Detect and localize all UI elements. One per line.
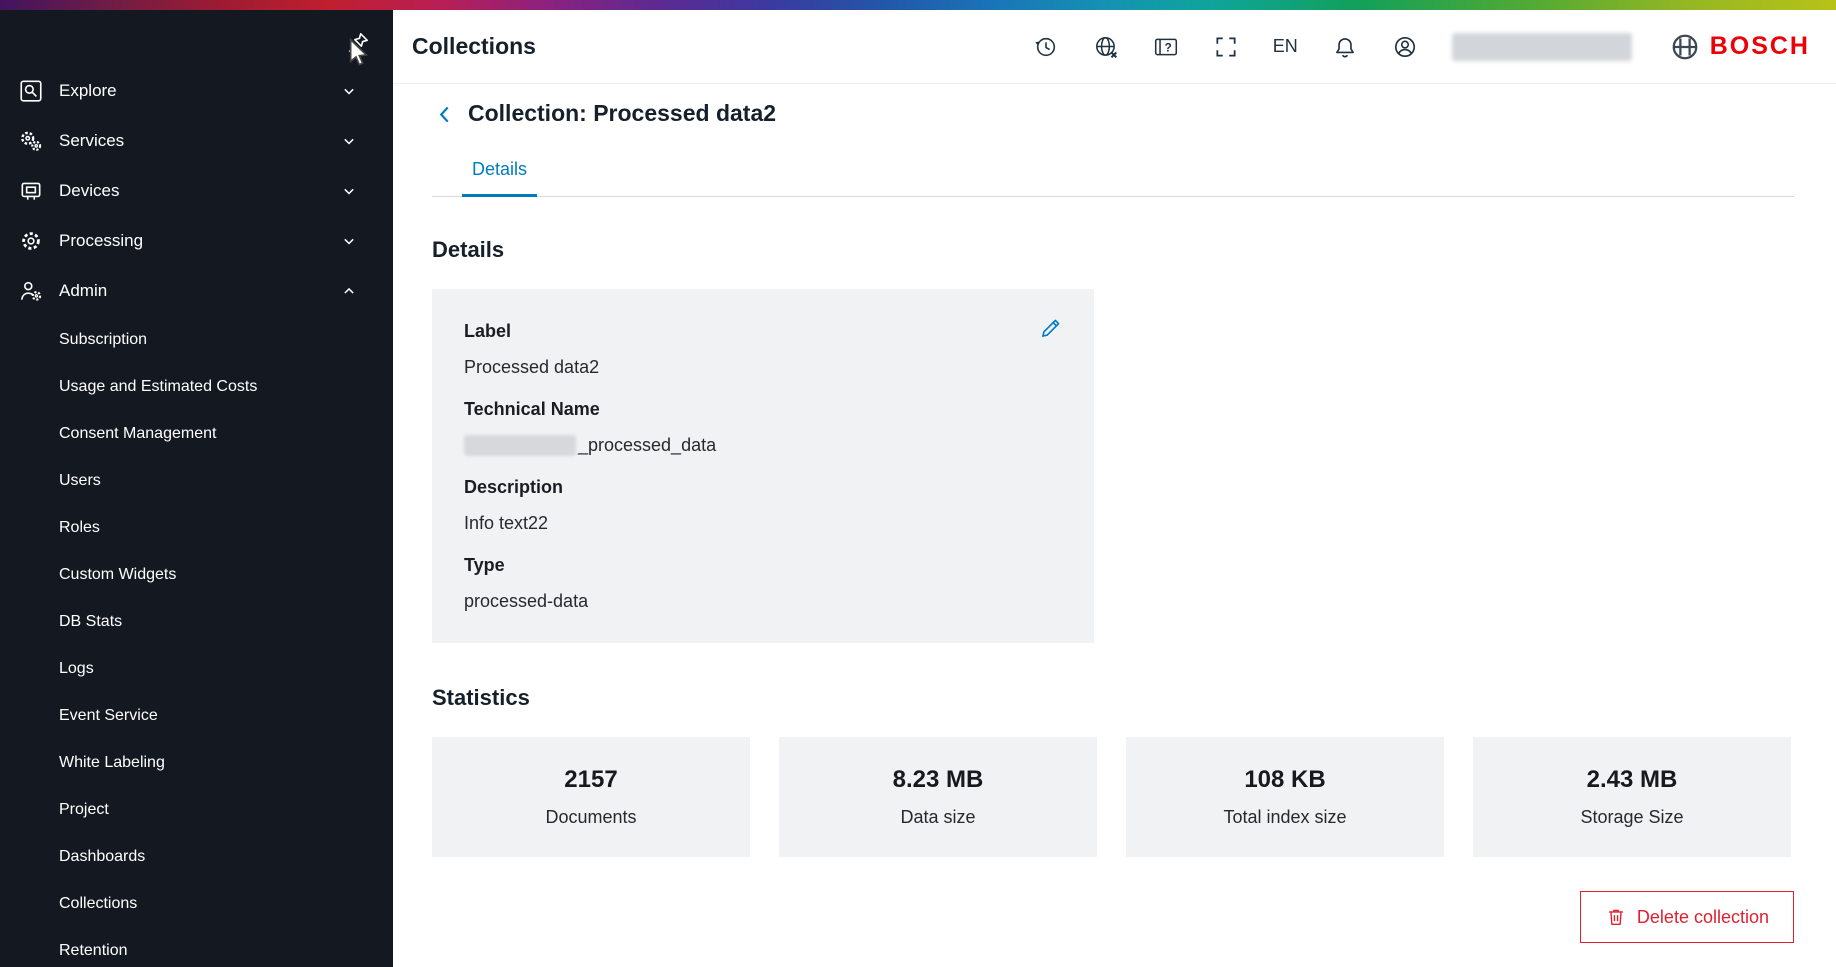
sidebar-top: [0, 10, 393, 66]
sidebar-subitem-subscription[interactable]: Subscription: [0, 316, 393, 363]
field-label: Description: [464, 475, 1062, 499]
delete-collection-button[interactable]: Delete collection: [1580, 891, 1794, 943]
account-icon[interactable]: [1392, 34, 1418, 60]
redacted-technical-name-prefix: [464, 435, 576, 456]
sidebar-subitem-collections[interactable]: Collections: [0, 880, 393, 927]
field-value: processed-data: [464, 589, 1062, 613]
stat-label: Total index size: [1223, 807, 1346, 828]
sidebar-nav: Explore Services: [0, 66, 393, 967]
notifications-bell-icon[interactable]: [1332, 34, 1358, 60]
stat-label: Storage Size: [1580, 807, 1683, 828]
history-icon[interactable]: [1033, 34, 1059, 60]
stat-value: 108 KB: [1244, 766, 1325, 794]
details-heading: Details: [432, 237, 1794, 263]
field-value: Info text22: [464, 511, 1062, 535]
tabs: Details: [432, 159, 1794, 197]
processing-icon: [18, 228, 44, 254]
sidebar-subitem-logs[interactable]: Logs: [0, 645, 393, 692]
field-label: Type: [464, 553, 1062, 577]
stat-value: 2.43 MB: [1587, 766, 1678, 794]
svg-text:?: ?: [1164, 40, 1171, 54]
sidebar-subitem-project[interactable]: Project: [0, 786, 393, 833]
pin-sidebar-icon[interactable]: [345, 30, 371, 56]
sidebar-subitem-consent-management[interactable]: Consent Management: [0, 410, 393, 457]
stat-card-storage-size: 2.43 MB Storage Size: [1473, 737, 1791, 857]
stat-card-total-index-size: 108 KB Total index size: [1126, 737, 1444, 857]
sidebar-item-explore[interactable]: Explore: [0, 66, 393, 116]
field-label: Label: [464, 319, 1062, 343]
field-value: Processed data2: [464, 355, 1062, 379]
chevron-down-icon: [339, 231, 359, 251]
edit-pencil-icon[interactable]: [1038, 315, 1064, 341]
sidebar-subitem-event-service[interactable]: Event Service: [0, 692, 393, 739]
tab-details[interactable]: Details: [462, 159, 537, 197]
redacted-username: [1452, 33, 1632, 61]
stat-value: 8.23 MB: [893, 766, 984, 794]
page-section-title: Collections: [412, 33, 536, 60]
details-card: Label Processed data2 Technical Name _pr…: [432, 289, 1094, 643]
services-icon: [18, 128, 44, 154]
sidebar-subitem-retention[interactable]: Retention: [0, 927, 393, 967]
sidebar-item-label: Explore: [59, 81, 117, 101]
statistics-cards: 2157 Documents 8.23 MB Data size 108 KB …: [432, 737, 1794, 857]
actions-row: Delete collection: [432, 891, 1794, 943]
stat-card-data-size: 8.23 MB Data size: [779, 737, 1097, 857]
sidebar-item-label: Processing: [59, 231, 143, 251]
sidebar-subitem-dashboards[interactable]: Dashboards: [0, 833, 393, 880]
sidebar-subitem-db-stats[interactable]: DB Stats: [0, 598, 393, 645]
sidebar-subitem-custom-widgets[interactable]: Custom Widgets: [0, 551, 393, 598]
trash-icon: [1605, 906, 1627, 928]
field-label: Technical Name: [464, 397, 1062, 421]
bosch-supergraphic: [0, 0, 1836, 10]
sidebar-item-label: Admin: [59, 281, 107, 301]
page-title: Collection: Processed data2: [468, 100, 776, 127]
bosch-symbol-icon: [1670, 32, 1700, 62]
stat-value: 2157: [564, 766, 617, 794]
fullscreen-icon[interactable]: [1213, 34, 1239, 60]
delete-collection-label: Delete collection: [1637, 907, 1769, 928]
sidebar-subitem-white-labeling[interactable]: White Labeling: [0, 739, 393, 786]
field-value: _processed_data: [464, 433, 1062, 457]
sidebar-item-devices[interactable]: Devices: [0, 166, 393, 216]
explore-icon: [18, 78, 44, 104]
globe-icon[interactable]: [1093, 34, 1119, 60]
chevron-down-icon: [339, 131, 359, 151]
statistics-heading: Statistics: [432, 685, 1794, 711]
stat-label: Data size: [900, 807, 975, 828]
back-chevron-icon[interactable]: [432, 101, 458, 127]
chevron-down-icon: [339, 81, 359, 101]
chevron-down-icon: [339, 181, 359, 201]
bosch-wordmark: BOSCH: [1710, 32, 1810, 61]
header: Collections: [393, 10, 1836, 84]
stat-label: Documents: [545, 807, 636, 828]
devices-icon: [18, 178, 44, 204]
app-root: Explore Services: [0, 0, 1836, 967]
main-content: Collection: Processed data2 Details Deta…: [393, 84, 1836, 967]
sidebar-subitem-roles[interactable]: Roles: [0, 504, 393, 551]
language-selector[interactable]: EN: [1273, 36, 1298, 57]
help-icon[interactable]: ?: [1153, 34, 1179, 60]
admin-icon: [18, 278, 44, 304]
sidebar-item-label: Devices: [59, 181, 119, 201]
stat-card-documents: 2157 Documents: [432, 737, 750, 857]
header-actions: ? EN: [1033, 32, 1810, 62]
sidebar-item-admin[interactable]: Admin: [0, 266, 393, 316]
sidebar-subitem-users[interactable]: Users: [0, 457, 393, 504]
sidebar-item-processing[interactable]: Processing: [0, 216, 393, 266]
bosch-logo: BOSCH: [1670, 32, 1810, 62]
sidebar: Explore Services: [0, 10, 393, 967]
sidebar-item-services[interactable]: Services: [0, 116, 393, 166]
sidebar-subitem-usage-and-estimated-costs[interactable]: Usage and Estimated Costs: [0, 363, 393, 410]
chevron-up-icon: [339, 281, 359, 301]
sidebar-item-label: Services: [59, 131, 124, 151]
page-title-row: Collection: Processed data2: [432, 100, 1794, 127]
